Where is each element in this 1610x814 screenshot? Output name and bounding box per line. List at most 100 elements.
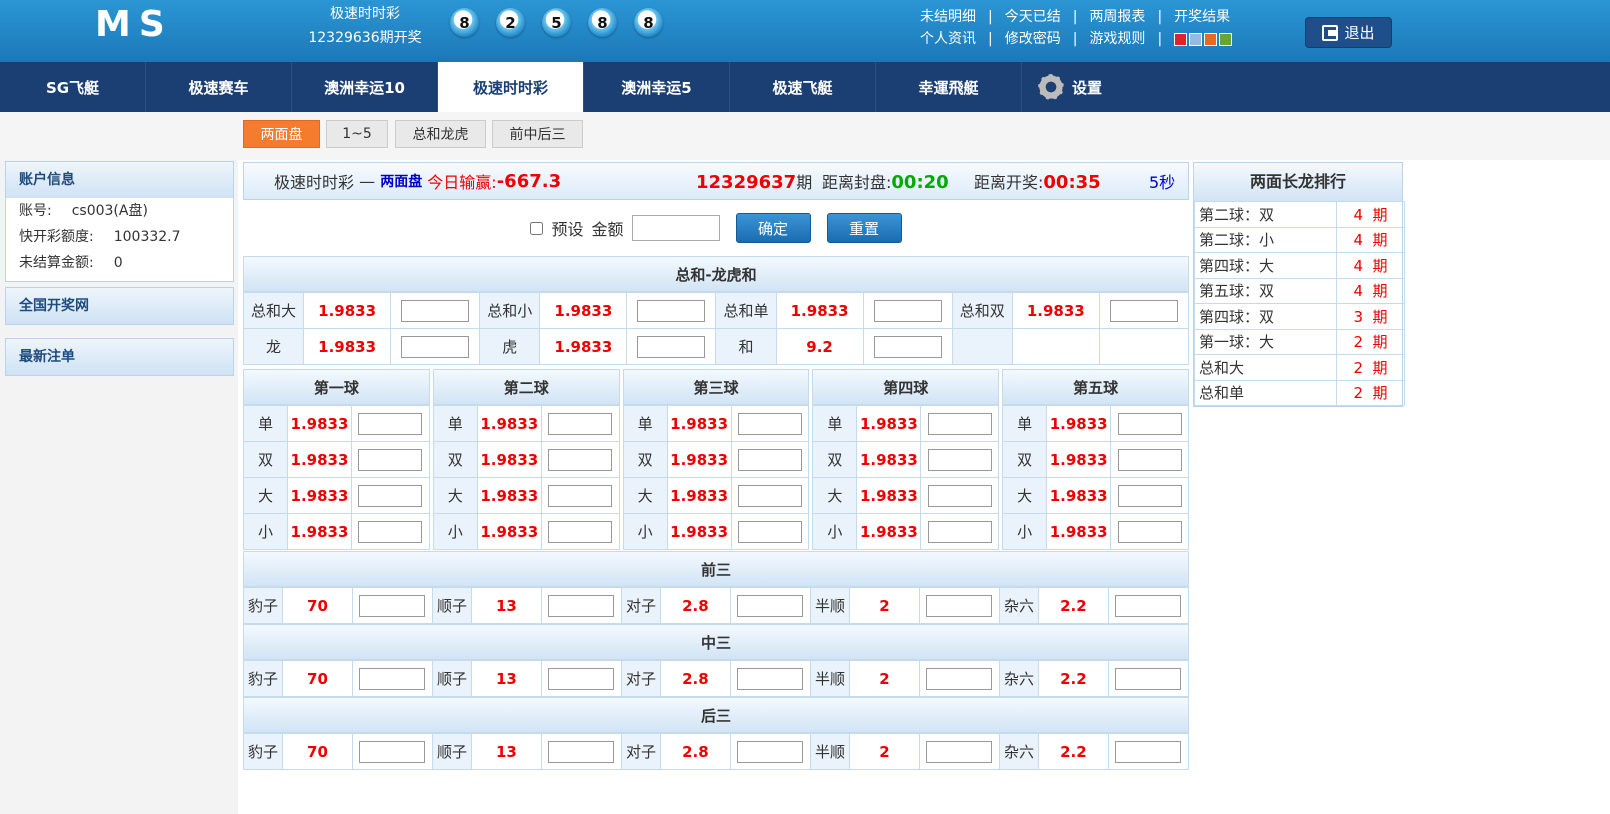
bet-amount-input[interactable] [737,484,802,507]
link-results[interactable]: 开奖结果 [1174,6,1230,28]
bet-amount-input[interactable] [401,335,470,358]
bet-amount-input[interactable] [637,335,706,358]
refresh-interval[interactable]: 5秒 [1149,169,1175,193]
theme-blue-swatch[interactable] [1189,32,1203,46]
bet-amount-input[interactable] [873,335,942,358]
bet-amount-input[interactable] [927,412,992,435]
bet-amount-input[interactable] [926,594,993,617]
bet-amount-input[interactable] [737,412,802,435]
streak-count: 2 [1353,384,1363,403]
bet-amount-input[interactable] [637,299,706,322]
latest-bets-link[interactable]: 最新注单 [6,339,233,375]
site-link[interactable]: 全国开奖网 [6,288,233,324]
bet-amount-input[interactable] [927,448,992,471]
bet-amount-input[interactable] [737,740,804,763]
ball-column: 第二球单 1.9833 双 1.9833 大 1.9833 小 1.9833 [432,369,620,550]
ranking-row: 第四球：大 4 期 [1194,252,1405,279]
bet-cell [920,477,1000,514]
table-row: 龙 1.9833 虎 1.9833 和 9.2 [242,328,1190,365]
bet-cell [540,405,620,442]
bet-label: 双 [432,441,478,478]
bet-amount-input[interactable] [359,594,426,617]
bet-cell [920,441,1000,478]
bet-amount-input[interactable] [548,520,613,543]
theme-orange-swatch[interactable] [1204,32,1218,46]
site-link-panel[interactable]: 全国开奖网 [5,287,234,325]
bet-amount-input[interactable] [927,484,992,507]
close-label: 距离封盘: [822,173,892,192]
link-settled-today[interactable]: 今天已结 [1005,6,1061,28]
close-countdown: 00:20 [891,172,949,193]
bet-amount-input[interactable] [358,484,423,507]
bet-cell [730,513,810,550]
link-unsettled[interactable]: 未结明细 [920,6,976,28]
bet-amount-input[interactable] [926,740,993,763]
tab-speed-racing[interactable]: 极速赛车 [146,62,292,112]
preset-checkbox[interactable] [530,221,544,235]
bet-amount-input[interactable] [548,740,615,763]
subtab-1-5[interactable]: 1~5 [326,120,388,148]
reset-button[interactable]: 重置 [826,213,902,243]
header: MS 极速时时彩 12329636期开奖 8 2 5 8 8 未结明细 | 今天已… [0,0,1610,62]
link-game-rules[interactable]: 游戏规则 [1089,28,1145,50]
theme-green-swatch[interactable] [1219,32,1233,46]
bet-amount-input[interactable] [1117,520,1182,543]
empty-cell [1098,328,1190,365]
bet-amount-input[interactable] [358,520,423,543]
bet-amount-input[interactable] [1109,299,1178,322]
tab-lucky-boat[interactable]: 幸運飛艇 [876,62,1022,112]
bet-amount-input[interactable] [359,667,426,690]
table-row: 小 1.9833 [432,513,620,550]
tab-au-lucky10[interactable]: 澳洲幸运10 [292,62,438,112]
bet-amount-input[interactable] [358,412,423,435]
tab-au-lucky5[interactable]: 澳洲幸运5 [584,62,730,112]
link-two-week-report[interactable]: 两周报表 [1089,6,1145,28]
bet-amount-input[interactable] [1117,448,1182,471]
confirm-button[interactable]: 确定 [735,213,811,243]
bet-cell [862,292,953,329]
tab-speed-ssc[interactable]: 极速时时彩 [438,62,584,112]
bet-amount-input[interactable] [358,448,423,471]
subtab-front-mid-back[interactable]: 前中后三 [492,120,583,148]
bet-amount-input[interactable] [1117,412,1182,435]
bet-amount-input[interactable] [548,667,615,690]
bet-amount-input[interactable] [737,520,802,543]
bet-form: 预设 金额 确定 重置 [243,200,1189,256]
bet-amount-input[interactable] [1115,740,1182,763]
latest-bets-panel[interactable]: 最新注单 [5,338,234,376]
bet-amount-input[interactable] [548,412,613,435]
bet-amount-input[interactable] [359,740,426,763]
bet-amount-input[interactable] [548,448,613,471]
bet-label: 和 [715,328,777,365]
bet-amount-input[interactable] [1117,484,1182,507]
bet-amount-input[interactable] [927,520,992,543]
bet-amount-input[interactable] [737,667,804,690]
bet-cell [862,328,953,365]
ranking-item: 总和大 [1194,354,1337,381]
bet-amount-input[interactable] [926,667,993,690]
odds-value: 1.9833 [476,405,542,442]
sidebar: 账户信息 账号: cs003(A盘) 快开彩额度: 100332.7 未结算金额: 0… [0,160,238,814]
theme-red-swatch[interactable] [1174,32,1188,46]
bet-amount-input[interactable] [1115,594,1182,617]
bet-amount-input[interactable] [873,299,942,322]
logout-button[interactable]: 退出 [1305,17,1392,48]
odds-value: 70 [282,733,353,770]
link-change-password[interactable]: 修改密码 [1005,28,1061,50]
amount-input[interactable] [631,215,720,241]
tab-sg-boat[interactable]: SG飞艇 [0,62,146,112]
bet-label: 豹子 [242,733,284,770]
bet-amount-input[interactable] [548,594,615,617]
tab-speed-boat[interactable]: 极速飞艇 [730,62,876,112]
subtab-two-sides[interactable]: 两面盘 [243,120,320,148]
bet-amount-input[interactable] [737,448,802,471]
settings-button[interactable]: 设置 [1022,62,1102,112]
bet-amount-input[interactable] [1115,667,1182,690]
section-title: 中三 [243,624,1189,660]
link-profile[interactable]: 个人资讯 [920,28,976,50]
bet-amount-input[interactable] [548,484,613,507]
three-table: 豹子 70 顺子 13 对子 2.8 半顺 2 杂六 2.2 [242,733,1190,770]
subtab-sum-dragon-tiger[interactable]: 总和龙虎 [395,120,486,148]
bet-amount-input[interactable] [737,594,804,617]
bet-amount-input[interactable] [401,299,470,322]
